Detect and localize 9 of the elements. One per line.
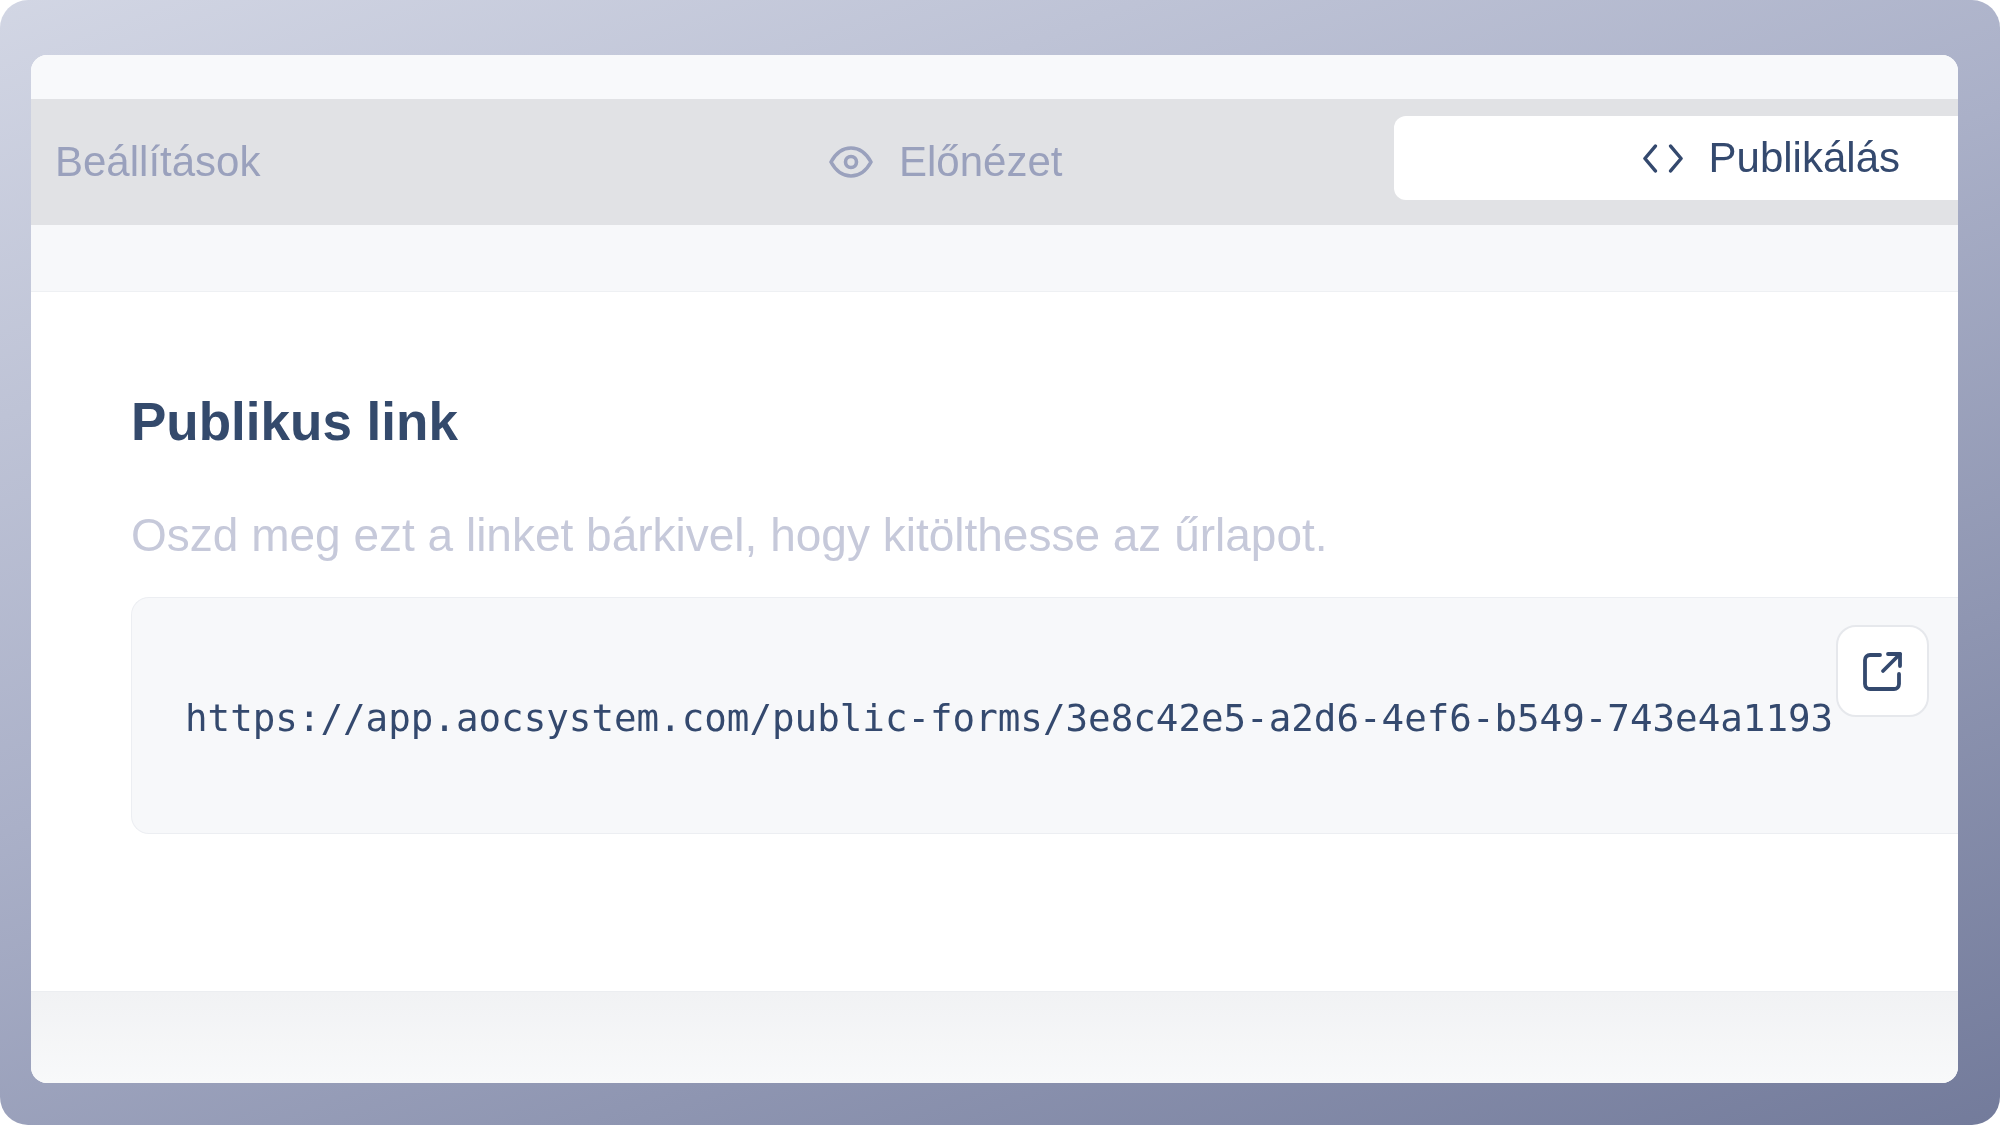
code-icon — [1642, 143, 1683, 173]
section-description: Oszd meg ezt a linket bárkivel, hogy kitölthesse az űrlapot. — [131, 508, 1328, 563]
external-link-icon — [1862, 651, 1903, 691]
open-link-button[interactable] — [1836, 625, 1929, 717]
section-title: Publikus link — [131, 391, 458, 453]
tab[interactable]: Publikálás — [1394, 116, 1958, 200]
eye-icon — [829, 146, 873, 178]
public-link-field[interactable]: https://app.aocsystem.com/public-forms/3e8c42e5-a2d6-4ef6-b549-743e4a1193 — [131, 597, 1958, 834]
public-link-url: https://app.aocsystem.com/public-forms/3e8c42e5-a2d6-4ef6-b549-743e4a1193 — [185, 695, 1834, 740]
